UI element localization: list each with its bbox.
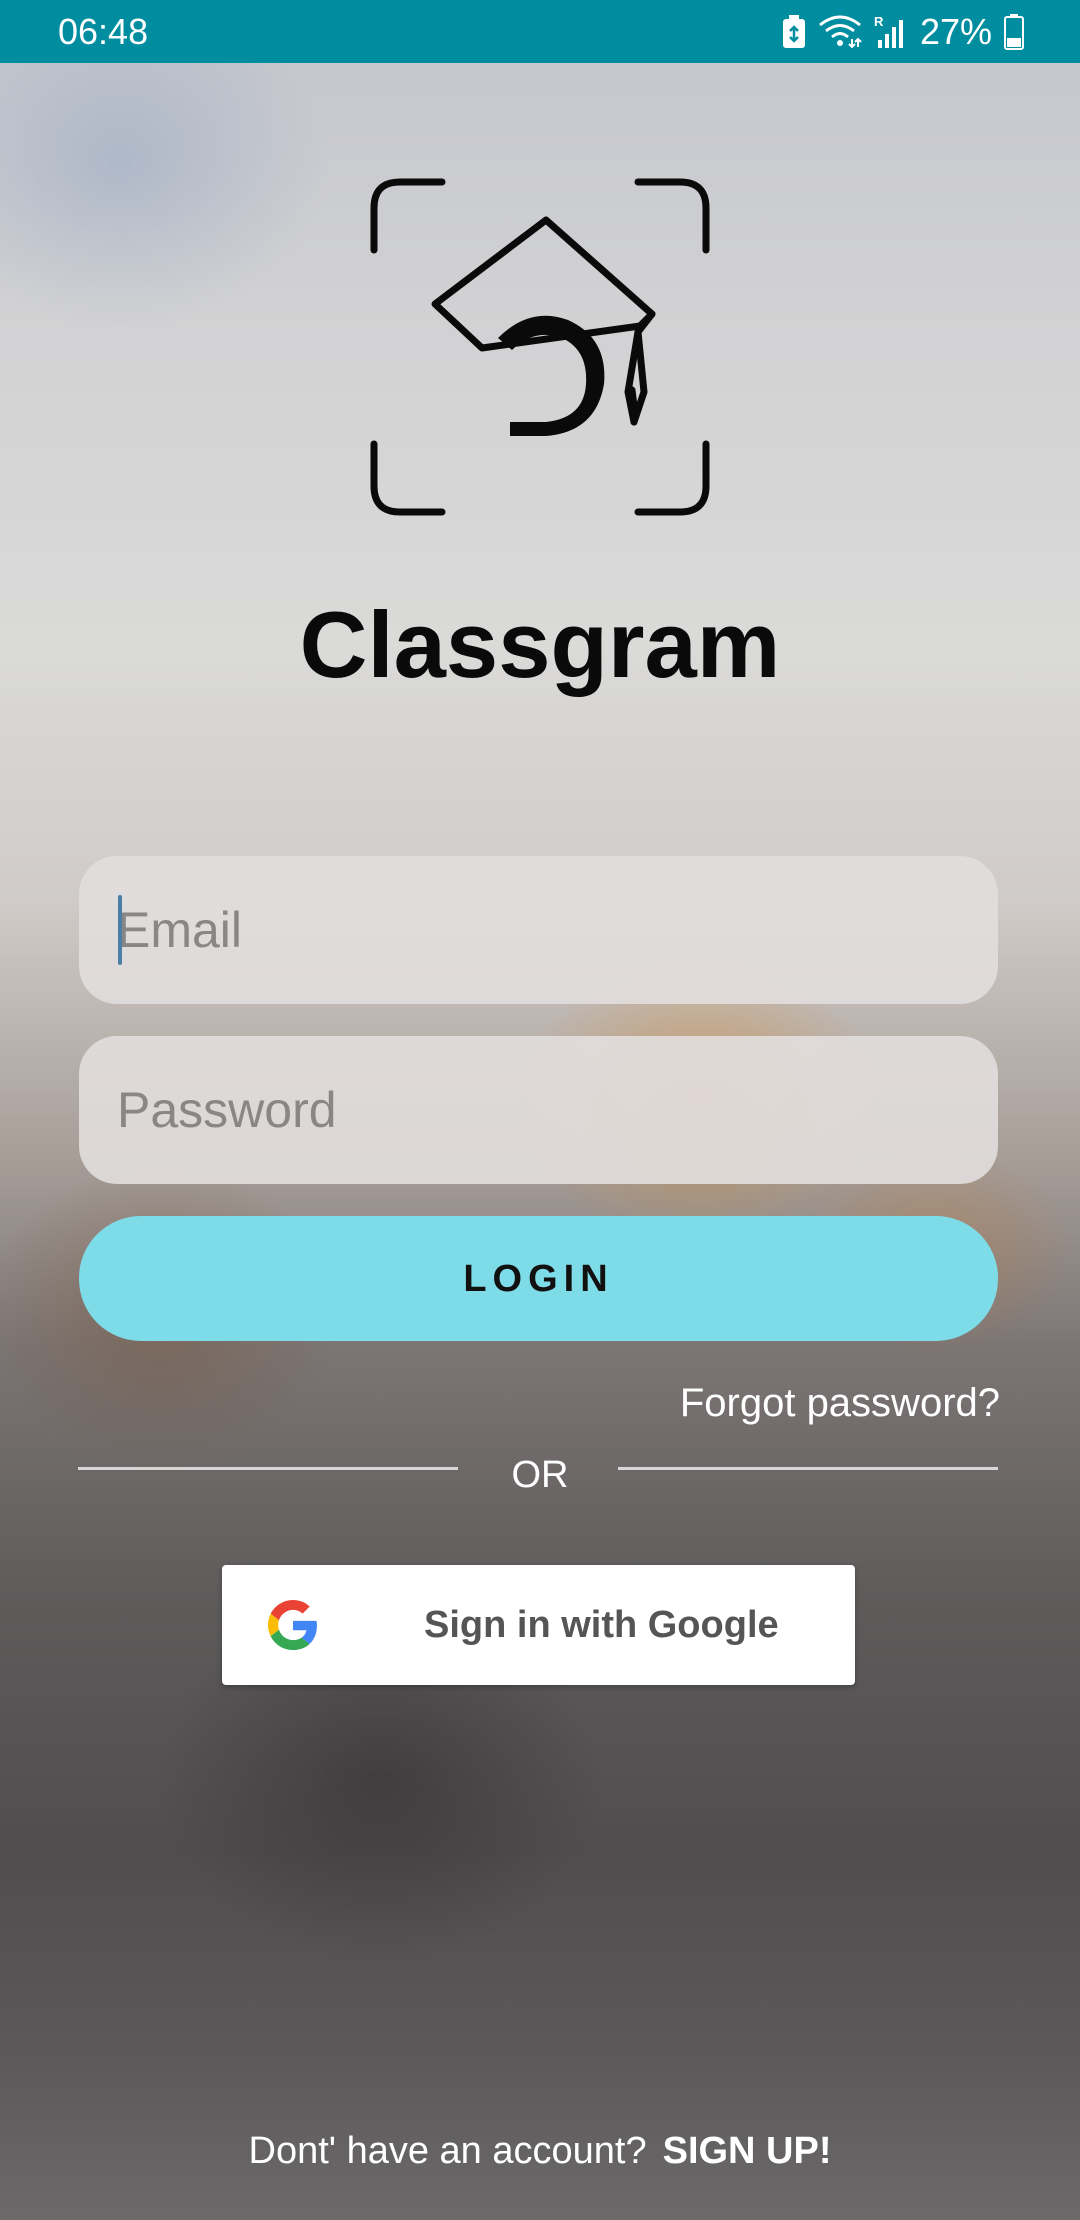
app-title: Classgram xyxy=(299,592,781,697)
password-input[interactable] xyxy=(117,1036,957,1184)
battery-percent: 27% xyxy=(919,11,992,52)
divider-line-right xyxy=(618,1467,998,1470)
status-time: 06:48 xyxy=(58,11,149,52)
status-icons: R 27% xyxy=(782,10,1024,54)
email-field[interactable] xyxy=(79,856,998,1004)
signup-link[interactable]: SIGN UP! xyxy=(663,2130,832,2172)
battery-saver-icon xyxy=(782,15,806,49)
google-sign-in-button[interactable]: Sign in with Google xyxy=(222,1565,855,1685)
password-field[interactable] xyxy=(79,1036,998,1184)
battery-icon xyxy=(1004,14,1024,50)
divider-line-left xyxy=(78,1467,458,1470)
email-input[interactable] xyxy=(117,856,957,1004)
or-divider-label: OR xyxy=(511,1454,569,1496)
signup-prompt: Dont' have an account? xyxy=(248,2130,647,2172)
graduation-cap-scan-icon xyxy=(370,178,710,516)
wifi-icon xyxy=(818,15,862,49)
login-button[interactable]: LOGIN xyxy=(79,1216,998,1341)
forgot-password-link[interactable]: Forgot password? xyxy=(680,1378,1000,1428)
google-sign-in-label: Sign in with Google xyxy=(424,1604,779,1646)
google-icon xyxy=(268,1600,318,1650)
text-cursor xyxy=(118,895,122,965)
signup-row: Dont' have an account? SIGN UP! xyxy=(0,2126,1080,2184)
signal-roaming-icon: R xyxy=(874,14,908,50)
status-bar: 06:48 R 27% xyxy=(0,0,1080,63)
svg-text:R: R xyxy=(874,14,884,29)
